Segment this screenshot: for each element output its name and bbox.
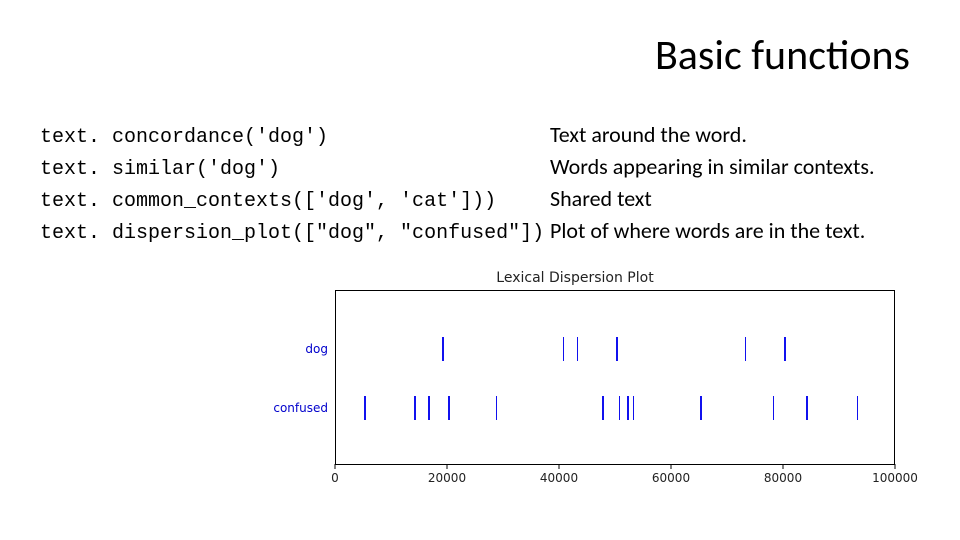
- dispersion-tick: [428, 396, 430, 420]
- x-tick-label: 60000: [652, 471, 690, 485]
- y-tick-label: dog: [305, 342, 328, 356]
- dispersion-tick: [364, 396, 366, 420]
- dispersion-tick: [700, 396, 702, 420]
- y-tick-label: confused: [273, 401, 328, 415]
- code-description: Shared text: [550, 185, 652, 212]
- code-snippet: text. common_contexts(['dog', 'cat'])): [40, 190, 550, 213]
- x-tick-label: 0: [331, 471, 339, 485]
- dispersion-tick: [773, 396, 775, 420]
- x-tick-label: 40000: [540, 471, 578, 485]
- code-description: Text around the word.: [550, 121, 747, 148]
- code-snippet: text. similar('dog'): [40, 158, 550, 181]
- code-snippet: text. concordance('dog'): [40, 126, 550, 149]
- dispersion-tick: [414, 396, 416, 420]
- code-description: Words appearing in similar contexts.: [550, 153, 875, 180]
- dispersion-tick: [496, 396, 498, 420]
- list-item: text. concordance('dog') Text around the…: [40, 121, 920, 149]
- dispersion-tick: [448, 396, 450, 420]
- dispersion-tick: [616, 337, 618, 361]
- x-axis: 020000400006000080000100000: [335, 465, 895, 485]
- dispersion-tick: [619, 396, 621, 420]
- code-snippet: text. dispersion_plot(["dog", "confused"…: [40, 222, 550, 245]
- code-description: Plot of where words are in the text.: [550, 217, 865, 244]
- dispersion-tick: [857, 396, 859, 420]
- dispersion-tick: [633, 396, 635, 420]
- dispersion-plot-figure: Lexical Dispersion Plot dog confused 0 200…: [275, 270, 875, 485]
- function-list: text. concordance('dog') Text around the…: [40, 121, 920, 245]
- dispersion-tick: [784, 337, 786, 361]
- dispersion-tick: [627, 396, 629, 420]
- x-tick-label: 80000: [764, 471, 802, 485]
- dispersion-tick: [602, 396, 604, 420]
- dispersion-tick: [442, 337, 444, 361]
- chart-title: Lexical Dispersion Plot: [275, 270, 875, 286]
- dispersion-tick: [577, 337, 579, 361]
- dispersion-tick: [563, 337, 565, 361]
- list-item: text. dispersion_plot(["dog", "confused"…: [40, 217, 920, 245]
- dispersion-tick: [806, 396, 808, 420]
- page-title: Basic functions: [40, 30, 910, 81]
- x-tick-label: 100000: [872, 471, 918, 485]
- list-item: text. common_contexts(['dog', 'cat'])) S…: [40, 185, 920, 213]
- x-tick-label: 20000: [428, 471, 466, 485]
- dispersion-tick: [745, 337, 747, 361]
- plot-area: dogconfused: [335, 290, 895, 465]
- list-item: text. similar('dog') Words appearing in …: [40, 153, 920, 181]
